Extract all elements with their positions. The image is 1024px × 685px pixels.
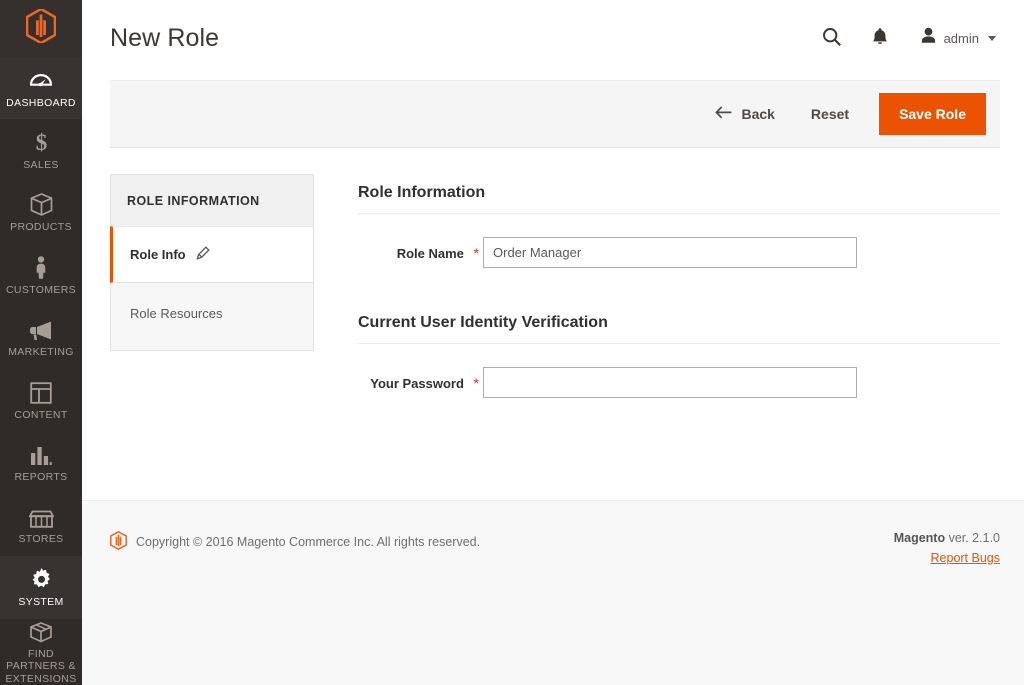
sidebar-item-label: STORES [18, 533, 64, 546]
sidebar-item-system[interactable]: SYSTEM [0, 556, 82, 619]
copyright: Copyright © 2016 Magento Commerce Inc. A… [110, 530, 481, 553]
chevron-down-icon [988, 35, 996, 41]
sidebar-item-label: DASHBOARD [6, 96, 76, 109]
magento-logo-icon [25, 7, 57, 48]
field-row-your-password: Your Password * [358, 367, 1000, 398]
magento-logo-icon [110, 530, 127, 553]
user-menu[interactable]: admin [904, 27, 1000, 50]
page-content: ROLE INFORMATION Role Info Role Resource… [82, 148, 1024, 486]
sidebar-item-dashboard[interactable]: DASHBOARD [0, 56, 82, 120]
primary-sidebar: DASHBOARD $ SALES PRODUCTS CUSTOMERS MAR… [0, 0, 82, 685]
version-line: Magento ver. 2.1.0 [894, 531, 1000, 545]
person-icon [34, 255, 48, 279]
sidebar-item-label: SALES [23, 159, 59, 171]
required-marker: * [473, 244, 479, 261]
bar-chart-icon [30, 442, 52, 466]
fieldset-legend: Current User Identity Verification [358, 314, 1000, 344]
fieldset-role-information: Role Information Role Name * [358, 184, 1000, 268]
sidebar-item-label: REPORTS [14, 471, 68, 484]
required-marker: * [473, 374, 479, 391]
sidebar-item-marketing[interactable]: MARKETING [0, 307, 82, 369]
megaphone-icon [29, 317, 53, 341]
layout-window-icon [30, 380, 52, 404]
user-avatar-icon [920, 27, 937, 50]
tab-role-info[interactable]: Role Info [110, 226, 314, 283]
role-tabs-panel: ROLE INFORMATION Role Info Role Resource… [110, 174, 314, 486]
tab-label: Role Info [130, 247, 186, 262]
gear-icon [30, 567, 53, 591]
box-icon [30, 192, 53, 217]
back-button[interactable]: Back [697, 98, 792, 130]
user-name: admin [943, 30, 979, 46]
page-title: New Role [110, 23, 220, 52]
copyright-text: Copyright © 2016 Magento Commerce Inc. A… [136, 535, 481, 549]
header-actions: admin [808, 18, 1000, 58]
pencil-edit-icon [195, 246, 210, 263]
field-row-role-name: Role Name * [358, 237, 1000, 268]
report-bugs-link[interactable]: Report Bugs [931, 551, 1000, 565]
sidebar-item-customers[interactable]: CUSTOMERS [0, 244, 82, 306]
sidebar-item-label: CONTENT [14, 408, 68, 421]
page-header: New Role admin [82, 0, 1024, 76]
dollar-sign-icon: $ [34, 130, 49, 154]
sidebar-item-label: PRODUCTS [10, 221, 72, 234]
version-brand: Magento [893, 531, 946, 545]
save-role-button[interactable]: Save Role [879, 93, 986, 135]
sidebar-item-content[interactable]: CONTENT [0, 369, 82, 431]
field-label-text: Your Password [370, 375, 464, 391]
admin-page: DASHBOARD $ SALES PRODUCTS CUSTOMERS MAR… [0, 0, 1024, 685]
sidebar-item-label: SYSTEM [18, 595, 64, 608]
sidebar-item-sales[interactable]: $ SALES [0, 119, 82, 181]
page-footer: Copyright © 2016 Magento Commerce Inc. A… [82, 500, 1024, 685]
bell-icon [871, 27, 889, 50]
reset-button-label: Reset [810, 106, 850, 122]
version-text: ver. 2.1.0 [945, 531, 1000, 545]
storefront-icon [28, 504, 54, 529]
sidebar-item-stores[interactable]: STORES [0, 494, 82, 556]
sidebar-item-reports[interactable]: REPORTS [0, 431, 82, 493]
fieldset-legend: Role Information [358, 184, 1000, 214]
footer-version-area: Magento ver. 2.1.0 Report Bugs [894, 531, 1000, 567]
fieldset-current-user-identity-verification: Current User Identity Verification Your … [358, 314, 1000, 398]
search-icon [822, 27, 842, 50]
sidebar-item-label: MARKETING [8, 346, 74, 359]
role-name-input[interactable] [483, 237, 857, 268]
sidebar-item-find-partners-extensions[interactable]: FIND PARTNERS & EXTENSIONS [0, 619, 82, 685]
your-password-input[interactable] [483, 367, 857, 398]
svg-text:$: $ [35, 130, 47, 154]
sidebar-item-label: FIND PARTNERS & EXTENSIONS [5, 647, 77, 685]
sidebar-item-products[interactable]: PRODUCTS [0, 182, 82, 244]
back-button-label: Back [741, 106, 775, 122]
tabs-panel-title: ROLE INFORMATION [110, 174, 314, 226]
arrow-left-icon [715, 106, 732, 122]
reset-button[interactable]: Reset [793, 98, 867, 130]
notifications-button[interactable] [856, 18, 904, 58]
tab-label: Role Resources [130, 306, 223, 321]
magento-logo[interactable] [0, 0, 82, 57]
dashboard-gauge-icon [29, 68, 53, 92]
sidebar-item-label: CUSTOMERS [5, 283, 77, 296]
field-label: Your Password * [358, 375, 483, 391]
tab-role-resources[interactable]: Role Resources [110, 283, 314, 351]
open-box-icon [29, 619, 53, 643]
field-label-text: Role Name [396, 245, 464, 261]
field-label: Role Name * [358, 245, 483, 261]
main-column: New Role admin Back Reset Save Role ROLE… [82, 0, 1024, 685]
page-actions-toolbar: Back Reset Save Role [110, 80, 1000, 148]
search-button[interactable] [808, 18, 856, 58]
role-form: Role Information Role Name * Current Use… [314, 174, 1000, 486]
